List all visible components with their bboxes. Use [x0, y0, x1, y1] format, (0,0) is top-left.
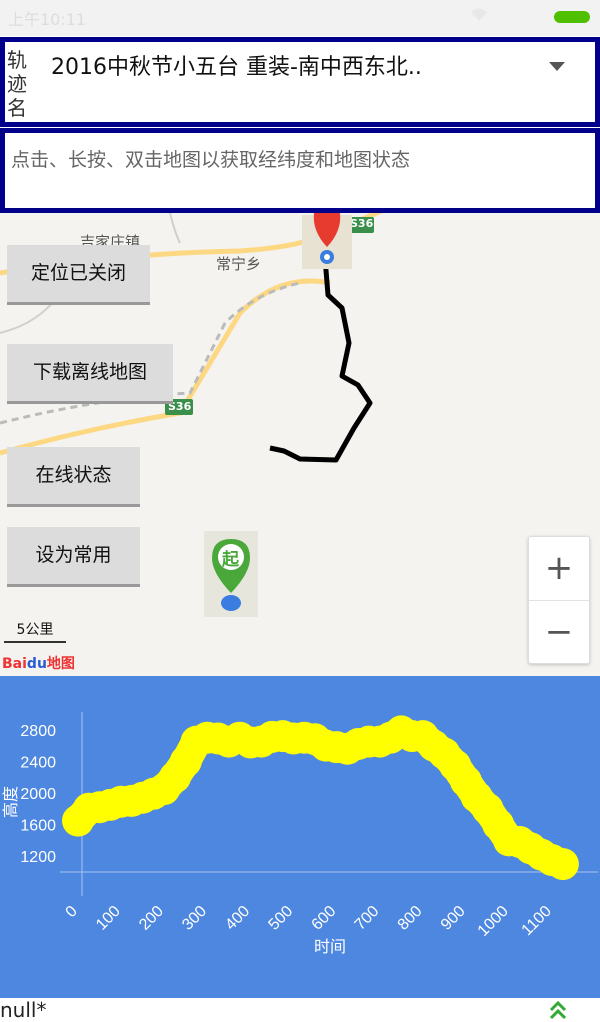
set-favorite-button[interactable]: 设为常用 — [7, 527, 140, 587]
baidu-logo: Baidu地图 — [2, 656, 75, 672]
track-label: 轨迹名 — [7, 48, 27, 120]
y-tick-label: 2800 — [20, 723, 56, 740]
map-road — [169, 213, 181, 244]
start-marker[interactable]: 起 — [204, 531, 258, 617]
online-status-button[interactable]: 在线状态 — [7, 447, 140, 507]
x-tick-label: 0 — [63, 903, 81, 921]
y-axis-label: 高度 — [1, 786, 20, 818]
x-tick-label: 1000 — [475, 903, 512, 940]
expand-up-icon[interactable] — [548, 998, 568, 1022]
x-axis-label: 时间 — [314, 937, 346, 956]
download-offline-map-button[interactable]: 下载离线地图 — [7, 344, 173, 404]
map-label-township: 常宁乡 — [216, 255, 262, 273]
map-view[interactable]: 吉家庄镇 常宁乡 S36 S36 起 定位已关闭 下载离线地图 在线状态 设为常… — [0, 213, 600, 676]
zoom-in-button[interactable]: + — [529, 537, 589, 601]
footer-text: null* — [0, 998, 47, 1022]
x-tick-label: 400 — [222, 903, 253, 934]
end-marker-icon[interactable] — [300, 213, 354, 271]
x-tick-label: 1100 — [519, 903, 555, 939]
start-marker-label: 起 — [222, 550, 239, 570]
elevation-point — [546, 848, 579, 881]
x-tick-label: 700 — [352, 903, 383, 934]
location-toggle-button[interactable]: 定位已关闭 — [7, 245, 150, 305]
status-time: 上午10:11 — [8, 10, 87, 29]
battery-icon — [554, 11, 590, 23]
x-tick-label: 900 — [438, 903, 469, 934]
track-selector[interactable]: 轨迹名 2016中秋节小五台 重装-南中西东北.. — [0, 37, 600, 127]
wifi-icon — [471, 8, 487, 21]
x-tick-label: 300 — [179, 903, 210, 934]
elevation-chart: 1200 1600 2000 2400 2800 0 100 200 300 400 500 600 7… — [0, 676, 600, 998]
x-tick-label: 500 — [265, 903, 296, 934]
status-bar: 上午10:11 — [0, 0, 600, 36]
zoom-out-button[interactable]: − — [529, 601, 589, 665]
start-pin-icon — [212, 539, 250, 611]
dropdown-arrow-icon[interactable] — [549, 62, 565, 71]
x-tick-label: 100 — [93, 903, 124, 934]
hint-text: 点击、长按、双击地图以获取经纬度和地图状态 — [11, 149, 411, 171]
y-tick-label: 1200 — [20, 849, 56, 866]
y-tick-label: 1600 — [20, 818, 56, 835]
map-scale: 5公里 — [4, 619, 66, 643]
x-tick-label: 800 — [395, 903, 426, 934]
y-tick-label: 2000 — [20, 786, 56, 803]
y-tick-label: 2400 — [20, 754, 56, 771]
footer: null* — [0, 998, 600, 1022]
zoom-controls: + − — [528, 536, 590, 664]
track-name-value[interactable]: 2016中秋节小五台 重装-南中西东北.. — [51, 49, 422, 81]
x-tick-label: 200 — [136, 903, 167, 934]
elevation-chart-svg: 1200 1600 2000 2400 2800 0 100 200 300 400 500 600 7… — [1, 712, 598, 956]
x-tick-label: 600 — [309, 903, 340, 934]
map-status-panel: 点击、长按、双击地图以获取经纬度和地图状态 — [0, 128, 600, 213]
